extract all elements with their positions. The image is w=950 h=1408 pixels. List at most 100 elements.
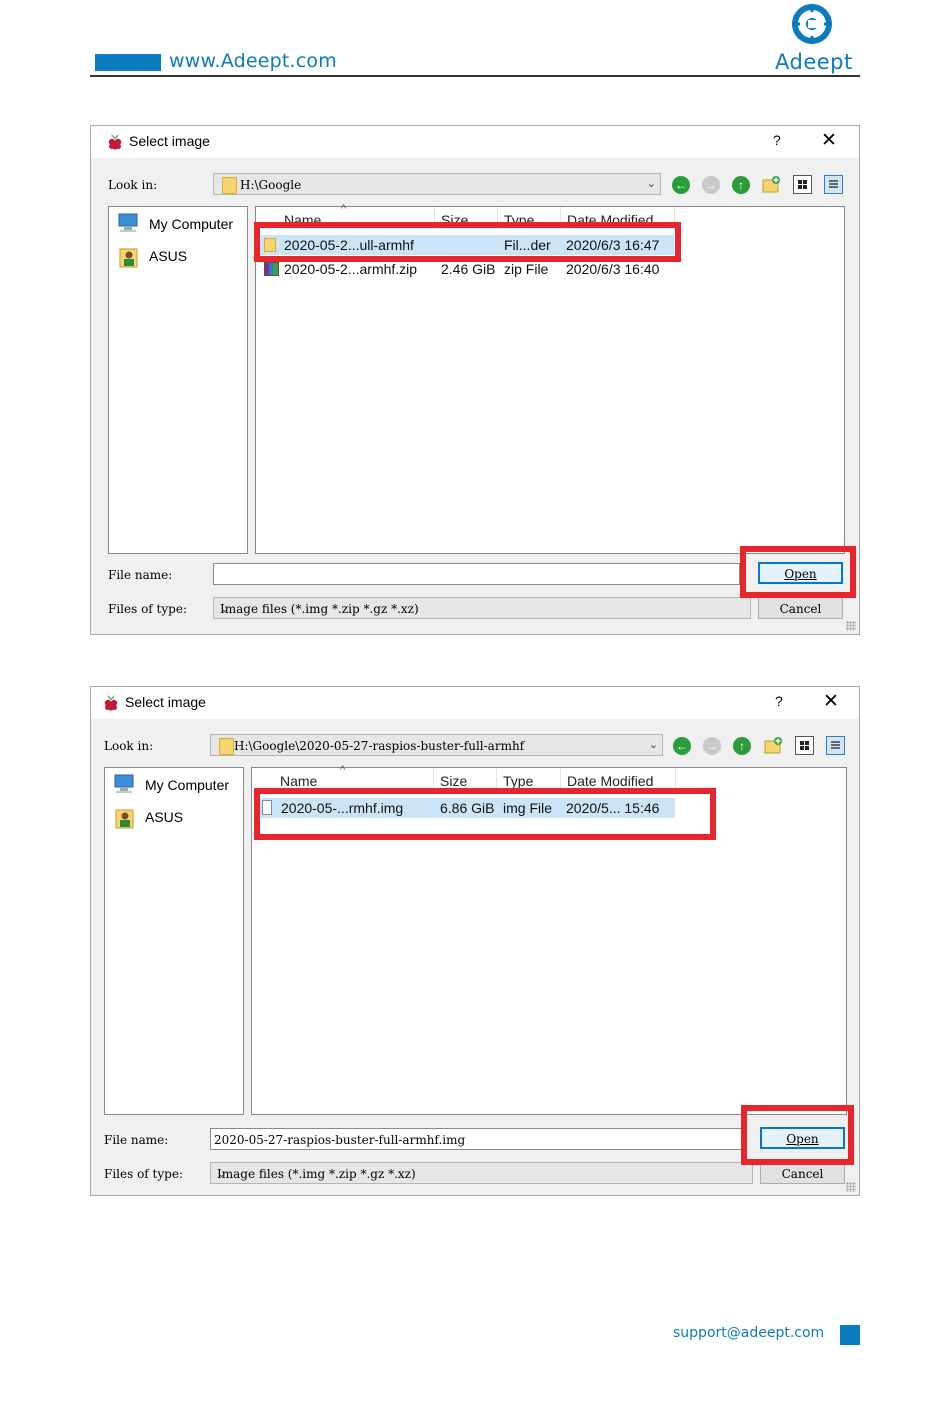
- column-header-name[interactable]: Name: [280, 773, 317, 789]
- parent-directory-button[interactable]: ↑: [732, 176, 750, 194]
- column-header-size[interactable]: Size: [440, 773, 467, 789]
- column-label: Date Modified: [567, 773, 654, 789]
- cancel-button[interactable]: Cancel: [758, 597, 843, 619]
- table-row[interactable]: 2020-05-2...armhf.zip 2.46 GiB zip File …: [259, 259, 674, 279]
- look-in-combo[interactable]: H:\Google\2020-05-27-raspios-buster-full…: [210, 734, 663, 756]
- files-of-type-combo[interactable]: Image files (*.img *.zip *.gz *.xz) ⌄: [213, 597, 751, 619]
- back-button[interactable]: ←: [673, 737, 691, 755]
- file-size: 2.46 GiB: [441, 261, 496, 277]
- dialog-title: Select image: [125, 694, 206, 710]
- look-in-combo[interactable]: H:\Google ⌄: [213, 173, 661, 195]
- file-name: 2020-05-2...armhf.zip: [284, 261, 418, 277]
- select-image-dialog-1: Select image ? ✕ Look in: H:\Google ⌄ ← …: [90, 125, 860, 635]
- list-view-button[interactable]: [795, 736, 814, 755]
- chevron-down-icon: ⌄: [646, 178, 656, 190]
- grid-icon: [798, 180, 807, 189]
- look-in-label: Look in:: [104, 739, 154, 753]
- files-of-type-combo[interactable]: Image files (*.img *.zip *.gz *.xz) ⌄: [210, 1162, 753, 1184]
- highlight-box: [740, 546, 856, 598]
- highlight-box: [254, 222, 681, 262]
- sort-ascending-icon: ^: [341, 203, 347, 215]
- files-of-type-label: Files of type:: [104, 1167, 183, 1181]
- sidebar-item-label: ASUS: [149, 248, 188, 264]
- column-divider: [433, 768, 434, 790]
- sidebar-item-label: My Computer: [145, 777, 230, 793]
- column-header-type[interactable]: Type: [503, 773, 533, 789]
- button-label: Cancel: [781, 1167, 824, 1181]
- column-label: Size: [440, 773, 468, 789]
- highlight-box: [741, 1105, 854, 1165]
- new-folder-icon[interactable]: [764, 736, 783, 755]
- file-type: zip File: [504, 261, 549, 277]
- arrow-left-icon: ←: [675, 178, 687, 192]
- resize-grip[interactable]: [846, 1182, 856, 1192]
- help-button[interactable]: ?: [773, 132, 781, 148]
- computer-icon: [114, 774, 134, 793]
- back-button[interactable]: ←: [672, 176, 690, 194]
- column-label: Type: [503, 773, 534, 789]
- select-image-dialog-2: Select image ? ✕ Look in: H:\Google\2020…: [90, 686, 860, 1196]
- file-name-label: File name:: [108, 568, 173, 582]
- arrow-right-icon: →: [705, 178, 717, 192]
- detail-view-button[interactable]: [826, 736, 845, 755]
- sidebar: My Computer ASUS: [108, 206, 248, 554]
- user-folder-icon: [119, 248, 138, 268]
- list-view-button[interactable]: [793, 175, 812, 194]
- detail-view-button[interactable]: [824, 175, 843, 194]
- user-folder-icon: [115, 809, 134, 829]
- file-name-input[interactable]: [213, 563, 740, 585]
- column-header-date-modified[interactable]: Date Modified: [567, 773, 653, 789]
- arrow-left-icon: ←: [676, 739, 688, 753]
- look-in-label: Look in:: [108, 178, 158, 192]
- resize-grip[interactable]: [846, 621, 856, 631]
- grid-icon: [800, 741, 809, 750]
- chevron-down-icon: ⌄: [648, 739, 658, 751]
- cancel-button[interactable]: Cancel: [760, 1162, 845, 1184]
- detail-list-icon: [831, 741, 840, 749]
- footer-accent-square: [840, 1325, 860, 1345]
- adeept-logo-icon: [792, 4, 832, 44]
- sidebar-item-label: My Computer: [149, 216, 234, 232]
- file-date: 2020/6/3 16:40: [566, 261, 660, 277]
- help-button[interactable]: ?: [775, 693, 783, 709]
- sort-ascending-icon: ^: [340, 764, 346, 776]
- chevron-down-icon: ⌄: [217, 1168, 227, 1180]
- folder-icon: [219, 738, 234, 755]
- dialog-title: Select image: [129, 133, 210, 149]
- forward-button[interactable]: →: [703, 737, 721, 755]
- header-accent-bar: [95, 54, 161, 71]
- look-in-value: H:\Google: [240, 178, 302, 192]
- file-name-value: 2020-05-27-raspios-buster-full-armhf.img: [214, 1133, 466, 1147]
- forward-button[interactable]: →: [702, 176, 720, 194]
- look-in-value: H:\Google\2020-05-27-raspios-buster-full…: [234, 739, 525, 753]
- highlight-box: [254, 788, 716, 840]
- detail-list-icon: [829, 180, 838, 188]
- parent-directory-button[interactable]: ↑: [733, 737, 751, 755]
- close-button[interactable]: ✕: [821, 129, 837, 152]
- sidebar-item-label: ASUS: [145, 809, 184, 825]
- raspberry-pi-icon: [108, 134, 122, 150]
- title-bar: Select image ? ✕: [91, 126, 859, 158]
- arrow-up-icon: ↑: [738, 178, 744, 192]
- column-divider: [496, 768, 497, 790]
- zip-archive-icon: [264, 262, 279, 276]
- computer-icon: [118, 213, 138, 232]
- header-divider: [90, 75, 860, 77]
- files-of-type-label: Files of type:: [108, 602, 187, 616]
- sidebar: My Computer ASUS: [104, 767, 244, 1115]
- chevron-down-icon: ⌄: [220, 603, 230, 615]
- close-button[interactable]: ✕: [823, 690, 839, 713]
- file-name-label: File name:: [104, 1133, 169, 1147]
- button-label: Cancel: [779, 602, 822, 616]
- brand-name: Adeept: [775, 50, 853, 74]
- column-label: Name: [280, 773, 318, 789]
- title-bar: Select image ? ✕: [91, 687, 859, 719]
- new-folder-icon[interactable]: [762, 175, 781, 194]
- header-website: www.Adeept.com: [169, 50, 337, 72]
- raspberry-pi-icon: [104, 695, 118, 711]
- folder-icon: [222, 177, 237, 194]
- file-name-input[interactable]: 2020-05-27-raspios-buster-full-armhf.img: [210, 1128, 742, 1150]
- support-email: support@adeept.com: [673, 1325, 825, 1341]
- arrow-up-icon: ↑: [739, 739, 745, 753]
- column-divider: [675, 768, 676, 790]
